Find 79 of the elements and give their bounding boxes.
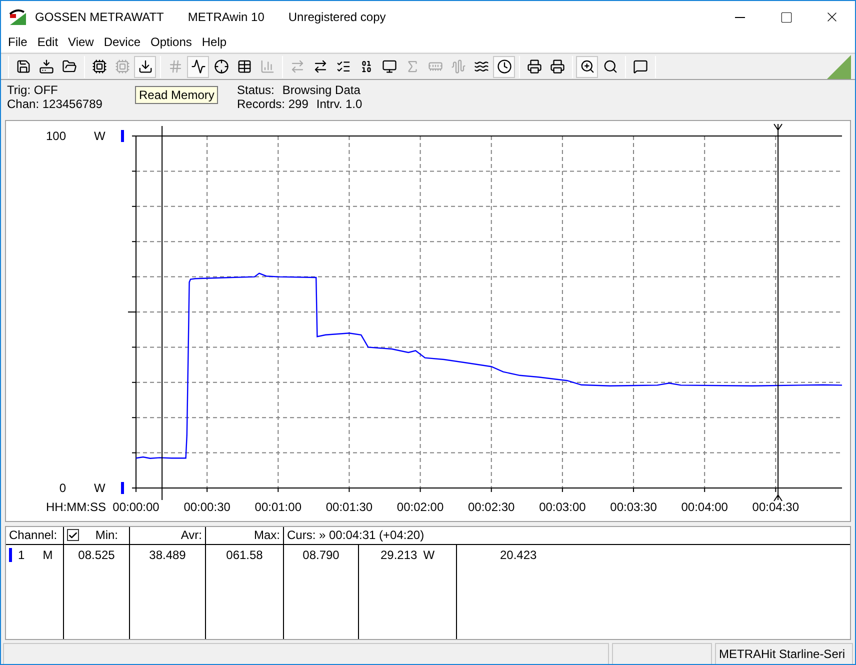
channel-marker[interactable] <box>121 482 124 494</box>
channel-mode: M <box>42 548 53 562</box>
tooltip: Read Memory <box>135 86 218 104</box>
table-icon <box>236 59 252 74</box>
transfer-icon <box>312 59 328 74</box>
y-tick-label: 100 <box>46 128 66 143</box>
save-as-icon <box>16 59 30 74</box>
list-icon <box>336 59 350 74</box>
status-value: Browsing Data <box>282 83 360 98</box>
channel-number: 1 <box>18 548 25 562</box>
interval-label: Intrv. 1.0 <box>316 97 362 112</box>
clock-button[interactable] <box>493 56 515 78</box>
x-tick-label: 00:03:30 <box>610 500 657 514</box>
transfer-icon <box>290 59 304 74</box>
y-tick-label: 0 <box>59 480 66 495</box>
menu-item[interactable]: Options <box>146 35 197 50</box>
cursor-line[interactable] <box>774 123 783 502</box>
check-icon <box>68 530 78 541</box>
menu-item[interactable]: View <box>63 35 99 50</box>
table-cell: 29.213 <box>380 548 418 562</box>
column-header: Min: <box>95 528 118 542</box>
search-icon <box>602 59 618 74</box>
channel-marker[interactable] <box>121 130 124 142</box>
menu-item[interactable]: File <box>3 35 32 50</box>
table-cell: 20.423 <box>500 548 537 562</box>
maximize-icon <box>780 10 792 24</box>
device-icon <box>114 59 130 74</box>
unit-label: W <box>94 128 106 143</box>
window-title: Unregistered copy <box>288 10 386 24</box>
printer-icon <box>550 59 564 74</box>
waveform-icon <box>450 59 466 74</box>
unit-label: W <box>423 548 435 562</box>
column-header: Max: <box>206 526 284 544</box>
logo-triangle-icon <box>827 54 851 79</box>
x-tick-label: 00:02:00 <box>396 500 444 514</box>
unit-label: W <box>94 480 106 495</box>
bar-chart-icon <box>260 59 274 74</box>
column-header: Avr: <box>130 526 206 544</box>
x-tick-label: 00:02:30 <box>468 500 515 514</box>
monitor-icon <box>382 59 396 74</box>
x-tick-label: 00:04:30 <box>752 500 800 514</box>
crosshair-icon <box>214 59 228 74</box>
x-tick-label: 00:01:30 <box>326 500 373 514</box>
status-pane: METRAHit Starline-Seri <box>715 643 853 664</box>
window-title: GOSSEN METRAWATT <box>35 10 164 24</box>
comment-icon <box>632 59 648 74</box>
x-tick-label: 00:03:00 <box>539 500 586 514</box>
trigger-label: Trig: OFF <box>7 83 59 98</box>
cursor-header: Curs: » 00:04:31 (+04:20) <box>286 527 426 544</box>
x-tick-label: 00:04:00 <box>681 500 728 514</box>
x-axis-label: HH:MM:SS <box>46 500 106 514</box>
printer-icon <box>526 59 542 74</box>
minimize-icon <box>735 16 745 18</box>
clock-icon <box>496 59 512 74</box>
zoom-icon <box>580 59 594 74</box>
open-folder-icon <box>62 59 76 74</box>
channel-label: Chan: 123456789 <box>7 97 104 112</box>
table-cell: 061.58 <box>206 544 284 565</box>
gauge-icon <box>9 9 27 25</box>
waveform-icon <box>190 59 206 74</box>
x-tick-label: 00:00:30 <box>184 500 230 514</box>
window-title: METRAwin 10 <box>188 10 264 24</box>
zoom-button[interactable] <box>576 56 598 78</box>
menu-item[interactable]: Edit <box>32 35 64 50</box>
table-cell: 08.525 <box>64 544 130 565</box>
status-label: Status: <box>237 83 274 98</box>
device-read-icon <box>92 59 106 74</box>
table-cell: 38.489 <box>130 544 206 565</box>
cursor-line[interactable] <box>162 125 163 500</box>
records-label: Records: 299 <box>237 97 308 112</box>
x-tick-label: 00:00:00 <box>112 500 160 514</box>
column-header: Channel: <box>6 526 64 544</box>
waveform-button[interactable] <box>187 56 209 78</box>
menu-item[interactable]: Device <box>98 35 146 50</box>
checkbox[interactable] <box>67 529 79 542</box>
menu-item[interactable]: Help <box>196 35 232 50</box>
wave-icon <box>474 59 488 74</box>
x-tick-label: 00:01:00 <box>254 500 302 514</box>
table-cell: 08.790 <box>284 544 359 565</box>
